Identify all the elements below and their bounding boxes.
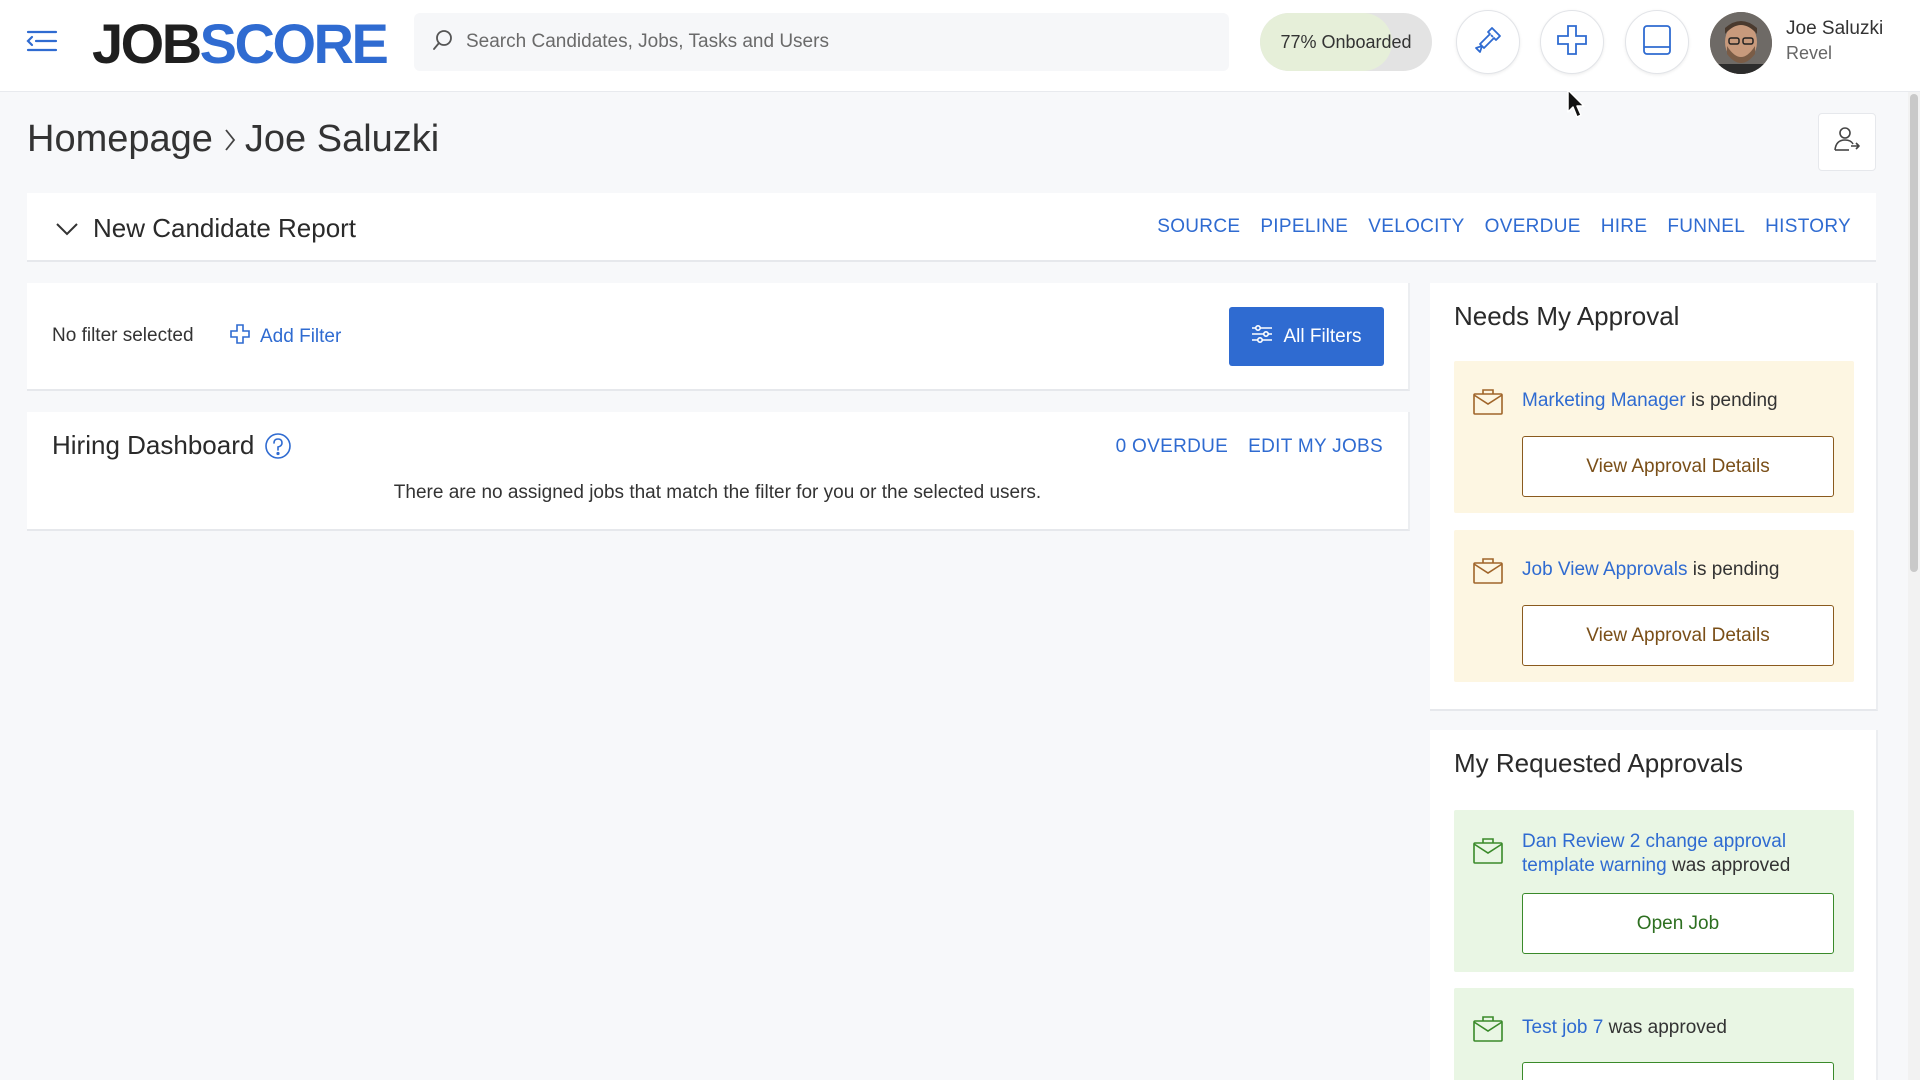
approval-message: Job View Approvals is pending (1522, 558, 1840, 582)
add-filter-button[interactable]: Add Filter (229, 323, 341, 351)
report-link-source[interactable]: SOURCE (1157, 216, 1240, 238)
hiring-dashboard-title: Hiring Dashboard (52, 430, 255, 460)
report-toggle[interactable]: New Candidate Report (55, 213, 356, 244)
briefcase-icon (1472, 1013, 1504, 1048)
report-link-history[interactable]: HISTORY (1765, 216, 1851, 238)
report-link-overdue[interactable]: OVERDUE (1485, 216, 1581, 238)
messages-button[interactable] (1625, 10, 1689, 74)
requested-status-text: was approved (1666, 855, 1791, 876)
approval-status-text: is pending (1687, 559, 1780, 580)
chevron-right-icon (223, 127, 237, 153)
requested-status-text: was approved (1603, 1017, 1727, 1038)
plus-icon (1555, 23, 1589, 62)
search-icon (432, 29, 454, 56)
edit-my-jobs-link[interactable]: EDIT MY JOBS (1248, 436, 1383, 458)
top-header: JOBSCORE 77% Onboarded (0, 0, 1920, 92)
briefcase-icon (1472, 555, 1504, 590)
report-link-velocity[interactable]: VELOCITY (1368, 216, 1464, 238)
needs-my-approval-panel: Needs My Approval Marketing Manager is p… (1430, 283, 1878, 711)
report-link-hire[interactable]: HIRE (1601, 216, 1648, 238)
onboarding-progress[interactable]: 77% Onboarded (1260, 13, 1432, 71)
help-icon[interactable] (264, 432, 292, 460)
plus-icon (229, 323, 251, 351)
wrench-icon (1472, 24, 1504, 61)
add-filter-label: Add Filter (260, 326, 342, 347)
filter-status: No filter selected (52, 325, 194, 346)
approval-job-link[interactable]: Job View Approvals (1522, 559, 1687, 580)
requested-approval-message: Test job 7 was approved (1522, 1016, 1840, 1040)
open-job-button[interactable] (1522, 1062, 1834, 1080)
scrollbar-thumb[interactable] (1910, 94, 1918, 572)
tools-button[interactable] (1456, 10, 1520, 74)
jobscore-logo[interactable]: JOBSCORE (92, 14, 389, 74)
all-filters-label: All Filters (1283, 325, 1362, 347)
report-link-funnel[interactable]: FUNNEL (1667, 216, 1745, 238)
sliders-icon (1251, 324, 1273, 350)
global-search[interactable] (414, 13, 1229, 71)
needs-my-approval-title: Needs My Approval (1454, 301, 1680, 331)
approval-message: Marketing Manager is pending (1522, 389, 1840, 413)
share-user-button[interactable] (1818, 113, 1876, 171)
open-job-button[interactable]: Open Job (1522, 893, 1834, 954)
approval-item: Marketing Manager is pending View Approv… (1454, 361, 1854, 513)
hiring-dashboard-header: Hiring Dashboard (52, 430, 292, 461)
approval-status-text: is pending (1685, 390, 1778, 411)
user-name[interactable]: Joe Saluzki (1786, 18, 1883, 40)
mouse-cursor-icon (1566, 88, 1588, 125)
requested-approval-item: Test job 7 was approved (1454, 988, 1854, 1080)
user-share-icon (1831, 124, 1863, 161)
breadcrumb-current: Joe Saluzki (244, 118, 440, 160)
breadcrumb: Homepage Joe Saluzki (27, 118, 439, 161)
hiring-dashboard-empty-message: There are no assigned jobs that match th… (393, 482, 1042, 503)
hiring-dashboard-links: 0 OVERDUE EDIT MY JOBS (1116, 436, 1383, 458)
briefcase-icon (1472, 386, 1504, 421)
chevron-down-icon (55, 222, 79, 236)
my-requested-approvals-panel: My Requested Approvals Dan Review 2 chan… (1430, 730, 1878, 1080)
report-links: SOURCE PIPELINE VELOCITY OVERDUE HIRE FU… (1157, 216, 1851, 238)
report-bar: New Candidate Report SOURCE PIPELINE VEL… (27, 193, 1876, 262)
onboarding-progress-label: 77% Onboarded (1280, 31, 1412, 52)
report-link-pipeline[interactable]: PIPELINE (1260, 216, 1348, 238)
approval-job-link[interactable]: Marketing Manager (1522, 390, 1686, 411)
all-filters-button[interactable]: All Filters (1229, 307, 1384, 366)
my-requested-approvals-title: My Requested Approvals (1454, 748, 1744, 778)
requested-approval-message: Dan Review 2 change approval template wa… (1522, 830, 1840, 878)
approval-item: Job View Approvals is pending View Appro… (1454, 530, 1854, 682)
view-approval-details-button[interactable]: View Approval Details (1522, 436, 1834, 497)
requested-approval-item: Dan Review 2 change approval template wa… (1454, 810, 1854, 972)
filter-card: No filter selected Add Filter All Filter… (27, 283, 1410, 391)
search-input[interactable] (466, 31, 1226, 53)
avatar[interactable] (1710, 12, 1772, 74)
hiring-dashboard-card: Hiring Dashboard 0 OVERDUE EDIT MY JOBS … (27, 412, 1410, 531)
overdue-link[interactable]: 0 OVERDUE (1116, 436, 1229, 458)
menu-icon[interactable] (24, 26, 60, 56)
report-title: New Candidate Report (93, 213, 357, 243)
page-scrollbar[interactable] (1908, 92, 1920, 1080)
view-approval-details-button[interactable]: View Approval Details (1522, 605, 1834, 666)
user-organization: Revel (1786, 43, 1833, 63)
requested-job-link[interactable]: Test job 7 (1522, 1017, 1603, 1038)
chat-icon (1641, 23, 1673, 62)
add-button[interactable] (1540, 10, 1604, 74)
briefcase-icon (1472, 835, 1504, 870)
breadcrumb-home[interactable]: Homepage (27, 118, 213, 161)
